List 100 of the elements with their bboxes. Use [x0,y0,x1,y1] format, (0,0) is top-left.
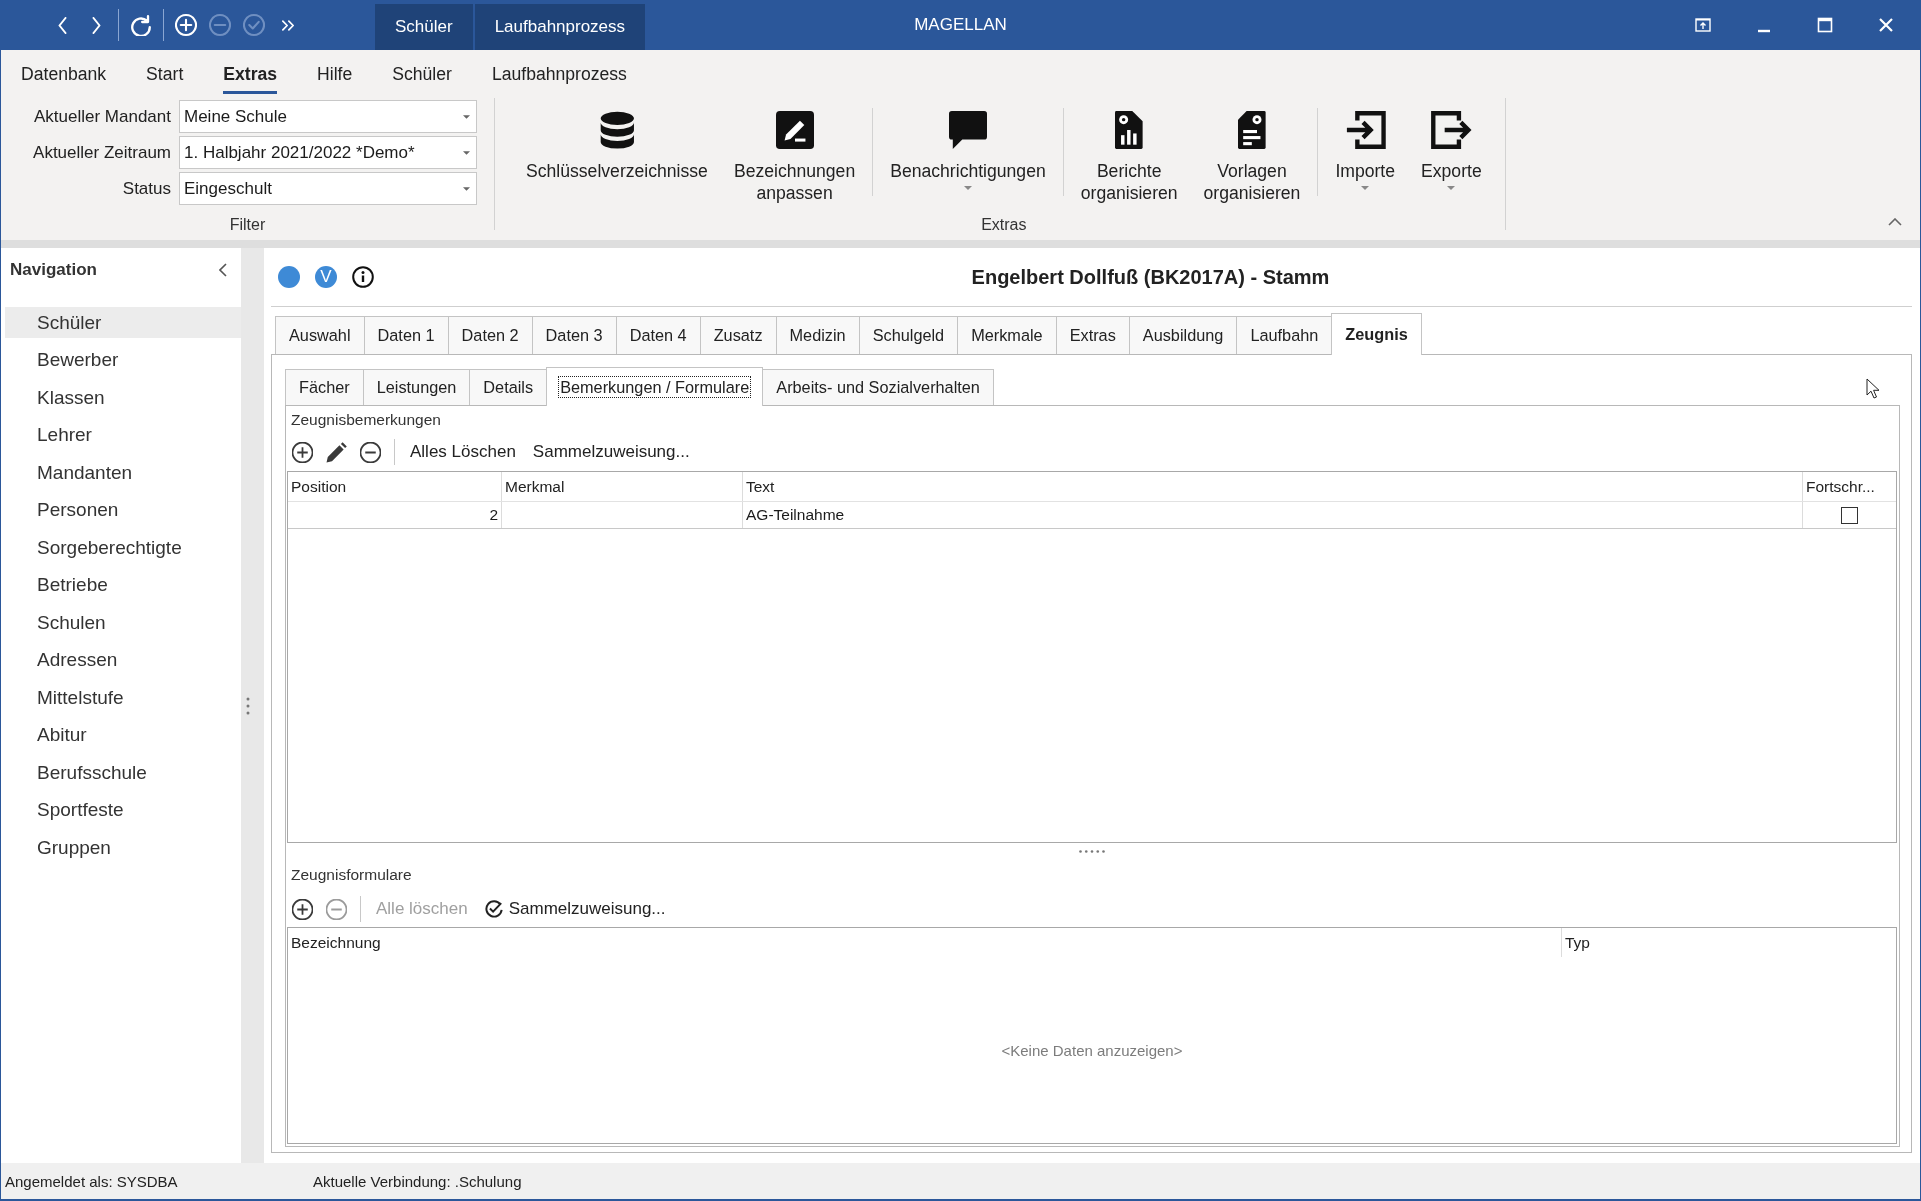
column-header: Fortschr... [1802,472,1896,501]
combo-box[interactable]: Eingeschult [179,172,477,205]
ribbon-button[interactable]: Schlüsselverzeichnisse [513,98,721,210]
tab[interactable]: Leistungen [362,369,471,405]
tab[interactable]: Daten 2 [447,316,533,354]
ribbon-button[interactable]: Exporte [1408,98,1495,210]
box-arrow-up-icon[interactable] [1694,17,1711,33]
table-cell: AG-Teilnahme [746,506,845,524]
ribbon-tab[interactable]: Hilfe [297,50,373,98]
context-tab[interactable]: Laufbahnprozess [474,4,646,50]
close-icon[interactable] [1877,17,1894,33]
group-caption: Extras [981,215,1027,235]
navigation-item[interactable]: Abitur [5,719,241,751]
navigation-item[interactable]: Mandanten [5,457,241,488]
status-text: Aktuelle Verbindung: .Schulung [313,1172,523,1190]
ribbon-tab[interactable]: Datenbank [1,50,127,98]
collapse-chevron-icon[interactable] [219,263,227,277]
collapse-caret-icon[interactable] [1888,218,1902,226]
back-icon[interactable] [57,16,67,34]
tab[interactable]: Fächer [285,369,364,405]
export-icon [1431,111,1472,149]
checkbox[interactable] [1841,506,1858,524]
tab[interactable]: Merkmale [957,316,1057,354]
ribbon-tab[interactable]: Schüler [372,50,472,98]
minimize-icon[interactable] [1755,29,1772,33]
tab[interactable]: Details [469,369,548,405]
context-tab[interactable]: Schüler [375,4,473,50]
navigation-item[interactable]: Schulen [5,607,241,638]
tab[interactable]: Medizin [775,316,860,354]
tab[interactable]: Daten 1 [363,316,449,354]
navigation-item[interactable]: Betriebe [5,569,241,601]
navigation-item[interactable]: Gruppen [5,832,241,863]
ribbon-tab[interactable]: Extras [203,50,298,98]
field-label: Aktueller Mandant [32,106,171,128]
mouse-pointer-icon [1866,378,1880,399]
column-header: Merkmal [501,472,742,501]
table-cell: 2 [489,506,498,524]
field-label: Aktueller Zeitraum [32,142,171,164]
tab[interactable]: Laufbahn [1236,316,1333,354]
tab[interactable]: Zusatz [699,316,777,354]
add-icon[interactable] [292,441,313,463]
ribbon-button[interactable]: Vorlagen organisieren [1190,98,1314,210]
tab[interactable]: Zeugnis [1331,313,1422,355]
combo-box[interactable]: Meine Schule [179,100,477,133]
info-icon[interactable] [352,266,374,288]
status-badge: V [315,266,337,288]
status-text: Angemeldet als: SYSDBA [5,1172,179,1190]
refresh-icon[interactable] [131,14,151,36]
navigation-item[interactable]: Sportfeste [5,794,241,826]
tab[interactable]: Daten 3 [531,316,617,354]
navigation-item[interactable]: Adressen [5,644,241,676]
pencil-icon[interactable] [326,441,347,463]
tab[interactable]: Schulgeld [858,316,959,354]
ribbon-button[interactable]: Bezeichnungen anpassen [720,98,869,210]
record-title: Engelbert Dollfuß (BK2017A) - Stamm [970,265,1331,289]
grip-icon[interactable] [245,696,250,715]
forward-icon[interactable] [91,16,101,34]
tab[interactable]: Arbeits- und Sozialverhalten [762,369,994,405]
database-icon [599,111,635,149]
add-icon[interactable] [292,898,313,920]
tab[interactable]: Extras [1055,316,1130,354]
ribbon-tab[interactable]: Laufbahnprozess [471,50,647,98]
tab[interactable]: Bemerkungen / Formulare [546,367,764,406]
column-header: Typ [1561,928,1896,957]
empty-message: <Keine Daten anzuzeigen> [1001,1041,1183,1059]
navigation-item[interactable]: Sorgeberechtigte [5,532,241,563]
navigation-item[interactable]: Bewerber [5,344,241,376]
edit-box-icon [775,111,814,149]
double-chevron-icon[interactable] [282,19,294,31]
tab[interactable]: Daten 4 [615,316,701,354]
navigation-item[interactable]: Mittelstufe [5,682,241,713]
document-gear-icon [1238,111,1266,149]
toolbar-button[interactable]: Sammelzuweisung... [482,899,668,919]
dropdown-caret-icon [463,150,470,155]
column-header: Bezeichnung [290,932,382,953]
combo-box[interactable]: 1. Halbjahr 2021/2022 *Demo* [179,136,477,169]
navigation-item[interactable]: Schüler [5,307,241,338]
ribbon-tab[interactable]: Start [126,50,204,98]
tab[interactable]: Auswahl [275,316,365,354]
tab[interactable]: Ausbildung [1128,316,1238,354]
ribbon-button[interactable]: Importe [1322,98,1409,210]
toolbar-button[interactable]: Sammelzuweisung... [530,442,692,462]
maximize-icon[interactable] [1816,17,1833,33]
remove-icon[interactable] [360,441,381,463]
navigation-item[interactable]: Berufsschule [5,757,241,788]
speech-bubble-icon [948,111,987,149]
field-label: Status [121,178,171,200]
navigation-item[interactable]: Personen [5,494,241,526]
group-caption: Filter [229,215,266,235]
grip-icon[interactable] [1079,849,1105,853]
dropdown-caret-icon [1447,186,1456,190]
ribbon-button[interactable]: Benachrichtigungen [877,98,1059,210]
navigation-item[interactable]: Klassen [5,382,241,413]
ribbon-button[interactable]: Berichte organisieren [1067,98,1191,210]
toolbar-button[interactable]: Alles Löschen [408,442,518,462]
import-icon [1344,111,1386,149]
navigation-item[interactable]: Lehrer [5,419,241,451]
dropdown-caret-icon [463,186,470,191]
status-dot-icon [278,266,300,288]
dropdown-caret-icon [963,186,972,190]
